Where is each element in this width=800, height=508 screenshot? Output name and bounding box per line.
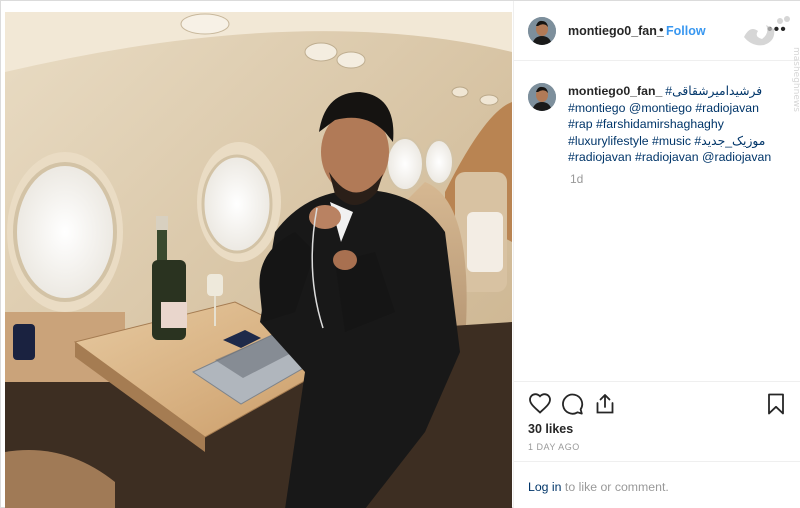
post-modal: montiego0_fan_ • Follow ••• masheghnews <box>0 0 800 508</box>
comment-icon[interactable] <box>560 392 584 416</box>
post-photo[interactable] <box>5 12 512 508</box>
login-text: Log in to like or comment. <box>528 480 669 494</box>
heart-icon[interactable] <box>528 392 552 416</box>
caption-avatar[interactable] <box>528 83 556 111</box>
likes-count[interactable]: 30 likes <box>528 422 573 436</box>
caption-age[interactable]: 1d <box>570 172 583 186</box>
separator-dot: • <box>659 22 664 37</box>
post-sidebar: montiego0_fan_ • Follow ••• masheghnews <box>513 1 800 508</box>
post-header: montiego0_fan_ • Follow ••• masheghnews <box>514 1 800 112</box>
login-link[interactable]: Log in <box>528 480 562 494</box>
follow-button[interactable]: Follow <box>666 24 706 38</box>
jet-interior-image <box>5 12 512 508</box>
hashtag-line[interactable]: #radiojavan #radiojavan @radiojavan <box>568 149 778 166</box>
svg-text:masheghnews: masheghnews <box>791 47 800 112</box>
avatar[interactable] <box>528 17 556 45</box>
hashtag-line[interactable]: #فرشیدامیرشقاقی <box>665 84 762 98</box>
hashtag-line[interactable]: #montiego @montiego #radiojavan <box>568 100 778 117</box>
caption-text: montiego0_fan_ #فرشیدامیرشقاقی #montiego … <box>568 83 778 166</box>
login-rest-text: to like or comment. <box>561 480 669 494</box>
share-icon[interactable] <box>593 392 617 416</box>
watermark-text: masheghnews <box>791 47 800 112</box>
bookmark-icon[interactable] <box>764 392 788 416</box>
header-username[interactable]: montiego0_fan_ <box>568 24 664 38</box>
hashtag-line[interactable]: #rap #farshidamirshaghaghy <box>568 116 778 133</box>
hashtag-line[interactable]: #luxurylifestyle #music #موزیک_جدید <box>568 133 778 150</box>
caption-username[interactable]: montiego0_fan_ <box>568 84 662 98</box>
login-prompt: Log in to like or comment. <box>514 461 800 508</box>
post-timestamp[interactable]: 1 DAY AGO <box>528 442 580 452</box>
